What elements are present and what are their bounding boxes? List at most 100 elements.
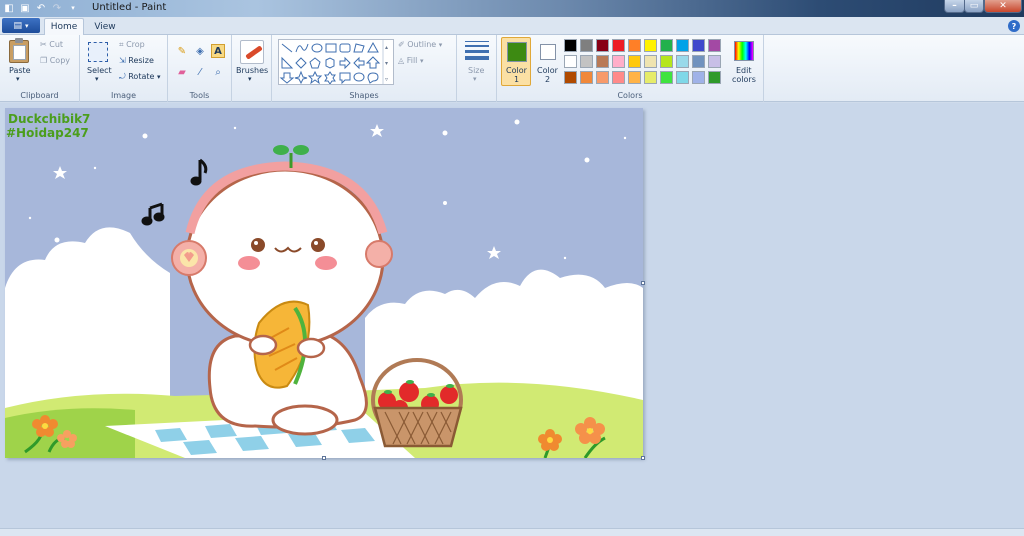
palette-swatch[interactable] — [596, 39, 609, 52]
rectangle-shape-icon[interactable] — [325, 43, 337, 53]
resize-handle-bottom[interactable] — [322, 456, 326, 460]
pencil-icon[interactable]: ✎ — [175, 44, 189, 58]
eraser-icon[interactable]: ▰ — [175, 65, 189, 79]
palette-swatch[interactable] — [660, 39, 673, 52]
palette-swatch[interactable] — [644, 55, 657, 68]
select-dropdown-icon[interactable]: ▾ — [95, 75, 99, 83]
triangle-shape-icon[interactable] — [367, 41, 379, 53]
palette-swatch[interactable] — [660, 71, 673, 84]
close-button[interactable]: ✕ — [984, 0, 1022, 13]
four-point-star-shape-icon[interactable] — [294, 70, 308, 85]
minimize-button[interactable]: – — [944, 0, 965, 13]
drawing-canvas[interactable]: Duckchibik7 #Hoidap247 — [5, 108, 643, 458]
redo-icon[interactable]: ↷ — [50, 1, 64, 15]
copy-button[interactable]: ❐ Copy — [40, 56, 70, 65]
rotate-button[interactable]: ⤾ Rotate ▾ — [119, 72, 160, 82]
resize-handle-right[interactable] — [641, 281, 645, 285]
brushes-label[interactable]: Brushes — [236, 66, 268, 75]
diamond-shape-icon[interactable] — [295, 57, 307, 69]
palette-swatch[interactable] — [580, 39, 593, 52]
cut-button[interactable]: ✂ Cut — [40, 40, 63, 49]
palette-swatch[interactable] — [708, 39, 721, 52]
undo-icon[interactable]: ↶ — [34, 1, 48, 15]
palette-swatch[interactable] — [708, 71, 721, 84]
shapes-scroll-up-icon[interactable]: ▴ — [385, 44, 388, 51]
resize-button[interactable]: ⇲ Resize — [119, 56, 154, 65]
text-tool-icon[interactable]: A — [211, 44, 225, 58]
resize-handle-corner[interactable] — [641, 456, 645, 460]
palette-swatch[interactable] — [596, 55, 609, 68]
palette-swatch[interactable] — [564, 55, 577, 68]
down-arrow-shape-icon[interactable] — [279, 72, 295, 84]
palette-swatch[interactable] — [692, 39, 705, 52]
outline-button[interactable]: ✐ Outline ▾ — [398, 40, 442, 49]
edit-colors-label-2[interactable]: colors — [732, 75, 756, 84]
magnifier-icon[interactable]: ⌕ — [211, 65, 225, 79]
curve-shape-icon[interactable] — [295, 43, 309, 53]
up-arrow-shape-icon[interactable] — [365, 56, 381, 69]
size-label[interactable]: Size — [468, 66, 484, 75]
edit-colors-label[interactable]: Edit — [736, 66, 752, 75]
select-icon[interactable] — [88, 42, 108, 62]
shapes-scroll-down-icon[interactable]: ▾ — [385, 60, 388, 67]
customize-qat-icon[interactable]: ▾ — [66, 1, 80, 15]
paste-dropdown-icon[interactable]: ▾ — [16, 75, 20, 83]
maximize-button[interactable]: ▭ — [964, 0, 984, 13]
palette-swatch[interactable] — [628, 71, 641, 84]
size-dropdown-icon[interactable]: ▾ — [473, 75, 477, 83]
line-size-icon[interactable] — [465, 41, 489, 65]
edit-colors-icon[interactable] — [734, 41, 754, 61]
palette-swatch[interactable] — [628, 39, 641, 52]
color-picker-icon[interactable]: ⁄ — [193, 65, 207, 79]
palette-swatch[interactable] — [564, 39, 577, 52]
shapes-expand-icon[interactable]: ▿ — [385, 76, 388, 83]
save-icon[interactable]: ▣ — [18, 1, 32, 15]
color2-label: Color — [537, 66, 558, 75]
right-triangle-shape-icon[interactable] — [281, 56, 294, 69]
right-arrow-shape-icon[interactable] — [339, 56, 351, 70]
palette-swatch[interactable] — [644, 71, 657, 84]
palette-swatch[interactable] — [596, 71, 609, 84]
brush-icon[interactable] — [240, 40, 264, 64]
six-point-star-shape-icon[interactable] — [324, 71, 336, 85]
palette-swatch[interactable] — [692, 71, 705, 84]
paint-menu-button[interactable]: ▤ ▾ — [2, 18, 40, 33]
palette-swatch[interactable] — [580, 55, 593, 68]
palette-swatch[interactable] — [660, 55, 673, 68]
hexagon-shape-icon[interactable] — [325, 57, 335, 69]
oval-shape-icon[interactable] — [311, 43, 323, 53]
cloud-callout-shape-icon[interactable] — [367, 72, 379, 84]
palette-swatch[interactable] — [676, 55, 689, 68]
palette-swatch[interactable] — [612, 39, 625, 52]
palette-swatch[interactable] — [612, 71, 625, 84]
palette-swatch[interactable] — [676, 71, 689, 84]
palette-swatch[interactable] — [564, 71, 577, 84]
fill-button[interactable]: ◬ Fill ▾ — [398, 56, 423, 65]
help-icon[interactable]: ? — [1008, 20, 1020, 32]
color2-button[interactable]: Color 2 — [532, 37, 562, 86]
polygon-shape-icon[interactable] — [353, 43, 365, 53]
select-label[interactable]: Select — [87, 66, 112, 75]
cut-label: Cut — [49, 40, 64, 49]
palette-swatch[interactable] — [628, 55, 641, 68]
line-shape-icon[interactable] — [281, 43, 293, 53]
paint-app-icon[interactable]: ◧ — [2, 1, 16, 15]
palette-swatch[interactable] — [676, 39, 689, 52]
palette-swatch[interactable] — [708, 55, 721, 68]
brushes-dropdown-icon[interactable]: ▾ — [248, 75, 252, 83]
rounded-rect-shape-icon[interactable] — [339, 43, 351, 53]
palette-swatch[interactable] — [692, 55, 705, 68]
crop-button[interactable]: ⌗ Crop — [119, 40, 145, 50]
left-arrow-shape-icon[interactable] — [353, 56, 365, 70]
tab-home[interactable]: Home — [44, 18, 84, 35]
rect-callout-shape-icon[interactable] — [339, 72, 351, 85]
palette-swatch[interactable] — [612, 55, 625, 68]
palette-swatch[interactable] — [580, 71, 593, 84]
pentagon-shape-icon[interactable] — [309, 57, 321, 69]
color1-button[interactable]: Color 1 — [501, 37, 531, 86]
tab-view[interactable]: View — [86, 18, 124, 35]
oval-callout-shape-icon[interactable] — [353, 72, 365, 82]
five-point-star-shape-icon[interactable] — [307, 70, 323, 85]
fill-bucket-icon[interactable]: ◈ — [193, 44, 207, 58]
palette-swatch[interactable] — [644, 39, 657, 52]
